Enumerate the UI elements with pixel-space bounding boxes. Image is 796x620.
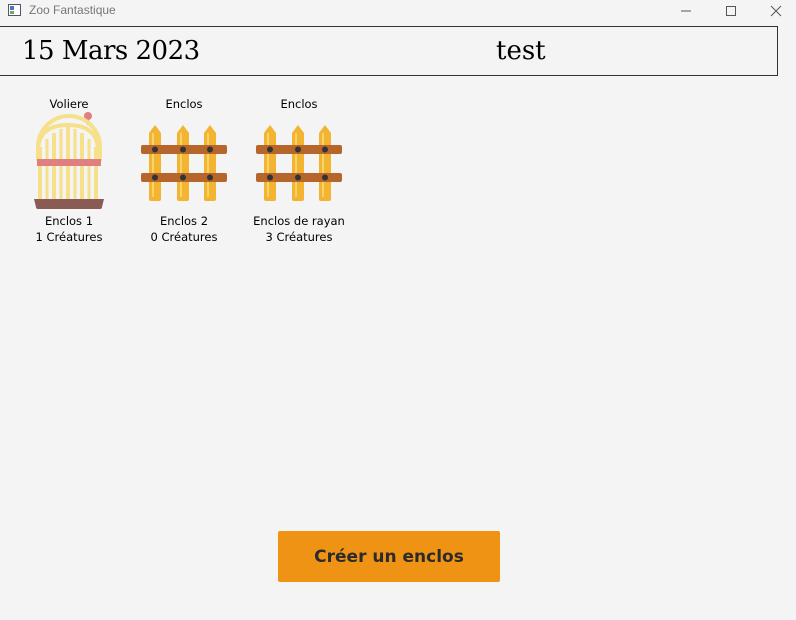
close-button[interactable] xyxy=(753,0,796,22)
user-name: test xyxy=(496,36,546,66)
creature-count: 3 Créatures xyxy=(265,230,333,244)
birdcage-icon xyxy=(34,112,104,209)
fence-icon xyxy=(141,125,227,201)
minimize-icon xyxy=(680,10,691,12)
maximize-icon xyxy=(725,6,736,16)
enclosure-card[interactable]: Voliere Enclos 1 1 Créatures xyxy=(14,97,124,247)
enclosure-name: Enclos de rayan xyxy=(253,214,345,228)
creature-count: 1 Créatures xyxy=(35,230,103,244)
enclosure-type: Voliere xyxy=(49,97,89,111)
enclosure-type: Enclos xyxy=(280,97,318,111)
enclosure-card[interactable]: Enclos Enclos de rayan 3 Créatures xyxy=(244,97,354,247)
current-date: 15 Mars 2023 xyxy=(22,36,200,66)
maximize-button[interactable] xyxy=(708,0,753,22)
window-title: Zoo Fantastique xyxy=(29,3,116,17)
create-enclosure-button[interactable]: Créer un enclos xyxy=(278,531,500,582)
minimize-button[interactable] xyxy=(663,0,708,22)
fence-icon xyxy=(256,125,342,201)
creature-count: 0 Créatures xyxy=(150,230,218,244)
close-icon xyxy=(770,5,781,17)
enclosure-card[interactable]: Enclos Enclos 2 0 Créatures xyxy=(129,97,239,247)
enclosure-type: Enclos xyxy=(165,97,203,111)
enclosure-name: Enclos 1 xyxy=(44,214,94,228)
header-bar: 15 Mars 2023 test xyxy=(0,26,778,76)
app-icon xyxy=(8,4,21,16)
window-titlebar: Zoo Fantastique xyxy=(0,0,796,22)
enclosure-name: Enclos 2 xyxy=(159,214,209,228)
